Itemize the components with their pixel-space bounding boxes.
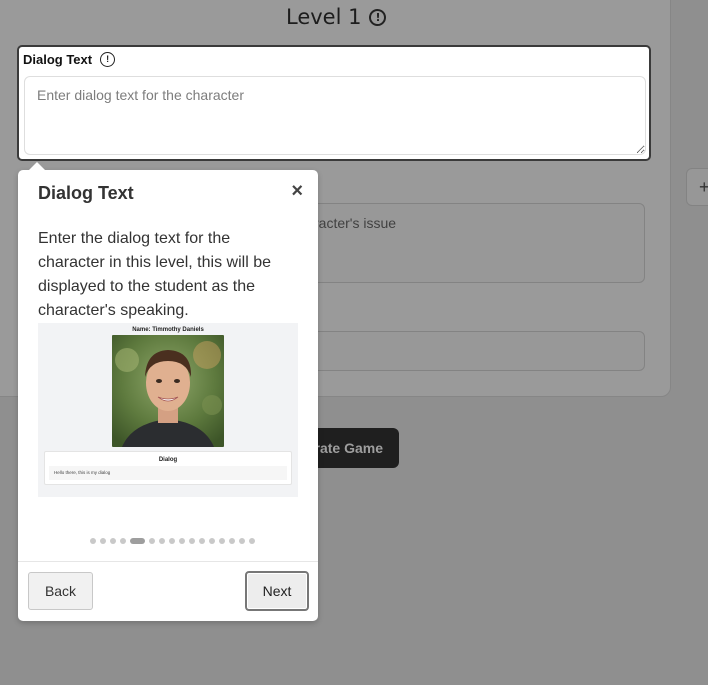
popover-description: Enter the dialog text for the character … (38, 230, 271, 319)
step-dot-active[interactable] (130, 538, 145, 544)
step-dot[interactable] (239, 538, 245, 544)
preview-dialog-title: Dialog (158, 457, 178, 463)
step-dot[interactable] (159, 538, 165, 544)
step-dot[interactable] (229, 538, 235, 544)
step-dot[interactable] (120, 538, 126, 544)
step-dot[interactable] (100, 538, 106, 544)
step-dot[interactable] (199, 538, 205, 544)
background-input[interactable] (300, 331, 645, 371)
step-dot[interactable] (219, 538, 225, 544)
step-dot[interactable] (149, 538, 155, 544)
info-circle-icon[interactable]: ! (369, 8, 387, 26)
step-dot[interactable] (110, 538, 116, 544)
preview-dialog-box: Dialog Hello there, this is my dialog (44, 451, 292, 485)
close-icon[interactable]: × (291, 180, 303, 203)
dialog-text-input[interactable] (24, 76, 646, 155)
generate-game-label: rate Game (314, 440, 383, 456)
level-header: Level 1 ! (286, 4, 387, 30)
character-portrait (112, 335, 224, 447)
step-dot[interactable] (249, 538, 255, 544)
popover-divider (18, 561, 318, 562)
step-dot[interactable] (169, 538, 175, 544)
step-indicator (90, 538, 255, 544)
step-dot[interactable] (189, 538, 195, 544)
popover-arrow (29, 162, 45, 170)
preview-image: Name: Timmothy Daniels Dialog Hello ther… (38, 323, 298, 497)
step-dot[interactable] (179, 538, 185, 544)
add-button[interactable]: + (686, 168, 708, 206)
character-issue-input[interactable]: racter's issue (300, 203, 645, 283)
info-circle-icon[interactable]: ! (100, 52, 116, 67)
tutorial-popover: Dialog Text × Enter the dialog text for … (18, 162, 318, 621)
back-button[interactable]: Back (28, 572, 93, 610)
popover-title: Dialog Text (38, 183, 134, 203)
dialog-text-field: Dialog Text ! (17, 45, 651, 161)
dialog-text-label-row: Dialog Text ! (23, 52, 116, 67)
step-dot[interactable] (209, 538, 215, 544)
step-dot[interactable] (90, 538, 96, 544)
dialog-text-label: Dialog Text (23, 52, 93, 67)
next-button[interactable]: Next (245, 571, 309, 611)
preview-dialog-text: Hello there, this is my dialog (49, 466, 287, 480)
character-issue-placeholder: racter's issue (314, 215, 397, 231)
level-title: Level 1 (286, 5, 362, 29)
preview-character-name: Name: Timmothy Daniels (132, 327, 204, 333)
